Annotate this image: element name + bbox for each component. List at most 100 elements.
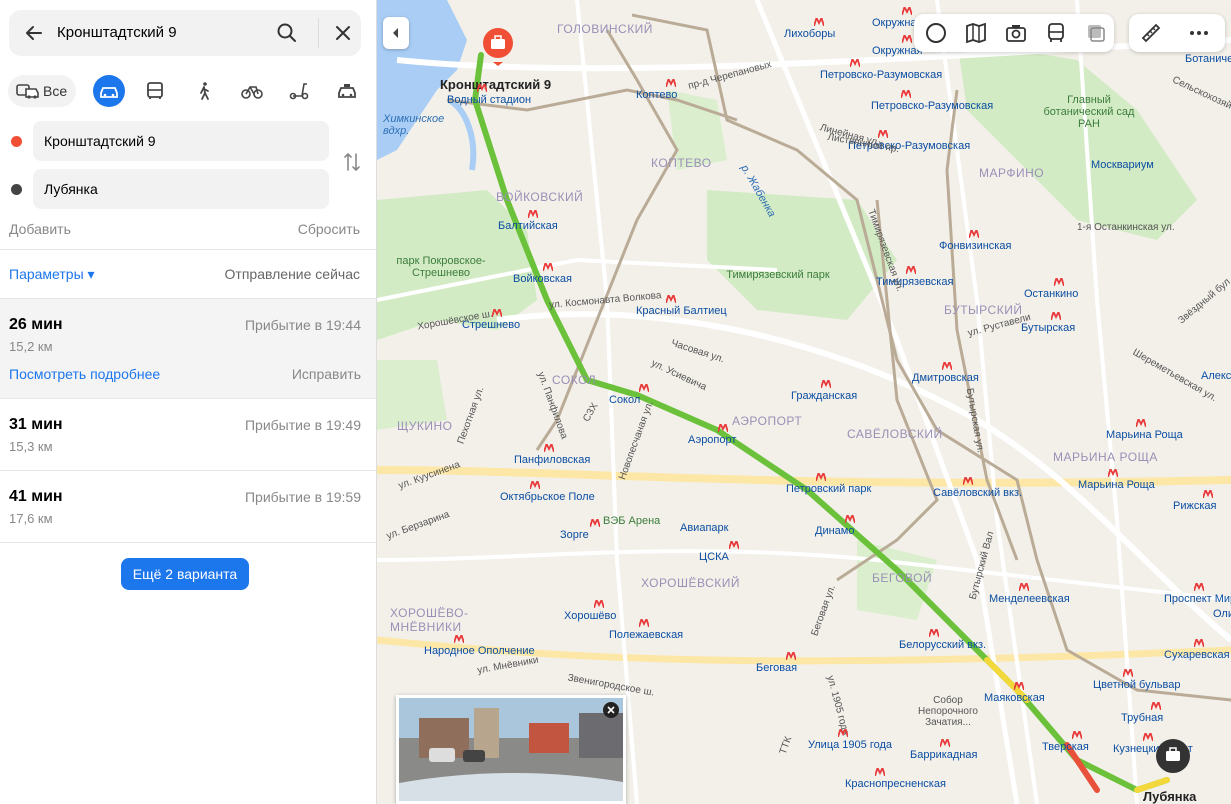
mode-car-button[interactable] bbox=[93, 75, 125, 107]
route-distance: 17,6 км bbox=[9, 511, 53, 526]
edge-label: Олимпи bbox=[1213, 608, 1231, 620]
mode-scooter-button[interactable] bbox=[283, 75, 315, 107]
divider bbox=[0, 249, 376, 250]
more-icon[interactable] bbox=[1187, 21, 1211, 45]
pedestrian-icon bbox=[200, 82, 209, 100]
station-label: Петровско-Разумовская bbox=[871, 100, 994, 112]
from-value[interactable]: Кронштадтский 9 bbox=[44, 133, 156, 149]
station-label: Аэропорт bbox=[688, 434, 737, 446]
edge-label: Алекс bbox=[1201, 370, 1231, 382]
station-label: Сокол bbox=[609, 394, 641, 406]
transit-bus-icon[interactable] bbox=[1044, 21, 1068, 45]
from-field[interactable]: Кронштадтский 9 bbox=[33, 121, 329, 161]
district-label: АЭРОПОРТ bbox=[732, 414, 803, 428]
district-label: ХОРОШЁВО-МНЁВНИКИ bbox=[390, 606, 469, 634]
station-label: Цветной бульвар bbox=[1093, 679, 1181, 691]
camera-icon[interactable] bbox=[1004, 21, 1028, 45]
metro-icon bbox=[718, 424, 728, 432]
station-label: Тимирязевская bbox=[876, 276, 954, 288]
metro-icon bbox=[1203, 490, 1213, 498]
divider bbox=[318, 18, 319, 48]
transport-modes: Все bbox=[8, 74, 368, 108]
more-routes-button[interactable]: Ещё 2 варианта bbox=[121, 558, 249, 590]
park-label: Тимирязевский парк bbox=[726, 269, 830, 281]
swap-points-icon[interactable] bbox=[340, 150, 364, 174]
station-label: Петровско-Разумовская bbox=[820, 69, 943, 81]
station-label: Марьина Роща bbox=[1106, 429, 1183, 441]
district-label: КОПТЕВО bbox=[651, 156, 712, 170]
poi-label: Собор Непорочного Зачатия... bbox=[918, 695, 978, 728]
map-icon[interactable] bbox=[964, 21, 988, 45]
search-query[interactable]: Кронштадтский 9 bbox=[57, 24, 177, 41]
street-photo bbox=[399, 698, 623, 801]
metro-icon bbox=[821, 380, 831, 388]
metro-icon bbox=[1194, 639, 1204, 647]
map-canvas[interactable]: ГОЛОВИНСКИЙ КОПТЕВО ВОЙКОВСКИЙ МАРФИНО Б… bbox=[377, 0, 1231, 804]
close-icon[interactable] bbox=[331, 21, 355, 45]
metro-icon bbox=[1194, 583, 1204, 591]
mode-bike-button[interactable] bbox=[236, 75, 268, 107]
start-pin-icon[interactable] bbox=[481, 28, 515, 66]
divider bbox=[0, 542, 376, 543]
to-field[interactable]: Лубянка bbox=[33, 169, 329, 209]
station-label: Хорошёво bbox=[564, 610, 617, 622]
metro-icon bbox=[901, 90, 911, 98]
station-label: Коптево bbox=[636, 89, 678, 101]
end-dot-icon bbox=[11, 184, 22, 195]
metro-icon bbox=[1143, 733, 1153, 741]
search-box[interactable]: Кронштадтский 9 bbox=[9, 10, 361, 56]
mode-walk-button[interactable] bbox=[188, 75, 220, 107]
parameters-dropdown[interactable]: Параметры ▾ bbox=[9, 266, 95, 283]
station-label: Маяковская bbox=[984, 692, 1045, 704]
metro-icon bbox=[1151, 702, 1161, 710]
route-option-1[interactable]: 26 мин 15,2 км Прибытие в 19:44 Посмотре… bbox=[0, 299, 376, 398]
layers-circle-icon[interactable] bbox=[924, 21, 948, 45]
metro-icon bbox=[969, 230, 979, 238]
bicycle-icon bbox=[241, 86, 263, 99]
taxi-icon bbox=[338, 84, 356, 98]
route-distance: 15,2 км bbox=[9, 339, 53, 354]
district-label: СОКОЛ bbox=[552, 373, 597, 387]
metro-icon bbox=[1014, 682, 1024, 690]
metro-icon bbox=[528, 210, 538, 218]
water-label: Химкинское вдхр. bbox=[383, 113, 445, 137]
district-label: ХОРОШЁВСКИЙ bbox=[641, 576, 741, 590]
to-value[interactable]: Лубянка bbox=[44, 181, 98, 197]
end-pin-icon[interactable] bbox=[1156, 739, 1190, 773]
station-label: Динамо bbox=[815, 525, 855, 537]
station-label: Бутырская bbox=[1021, 322, 1076, 334]
ruler-icon[interactable] bbox=[1139, 21, 1163, 45]
collapse-panel-button[interactable] bbox=[383, 17, 409, 49]
metro-icon bbox=[1136, 419, 1146, 427]
route-duration: 31 мин bbox=[9, 416, 63, 433]
route-option-2[interactable]: 31 мин 15,3 км Прибытие в 19:49 bbox=[0, 399, 376, 470]
station-label: Краснопресненская bbox=[845, 778, 946, 790]
back-arrow-icon[interactable] bbox=[23, 22, 45, 44]
route-fix-link[interactable]: Исправить bbox=[292, 366, 361, 382]
car-bus-icon bbox=[16, 84, 39, 99]
layers-icon[interactable] bbox=[1084, 21, 1108, 45]
station-label: Зорге bbox=[560, 529, 589, 541]
mode-taxi-button[interactable] bbox=[331, 75, 363, 107]
station-label: Марьина Роща bbox=[1078, 479, 1155, 491]
station-label: Дмитровская bbox=[912, 372, 979, 384]
close-icon bbox=[607, 706, 615, 714]
metro-icon bbox=[594, 600, 604, 608]
end-address-label: Лубянка bbox=[1143, 789, 1197, 804]
metro-icon bbox=[1051, 312, 1061, 320]
station-label: Войковская bbox=[513, 273, 573, 285]
reset-link[interactable]: Сбросить bbox=[298, 221, 360, 237]
metro-icon bbox=[666, 295, 676, 303]
route-details-link[interactable]: Посмотреть подробнее bbox=[9, 366, 160, 382]
close-preview-button[interactable] bbox=[603, 702, 619, 718]
mode-all-button[interactable]: Все bbox=[8, 75, 76, 107]
add-point-link[interactable]: Добавить bbox=[9, 221, 71, 237]
route-option-3[interactable]: 41 мин 17,6 км Прибытие в 19:59 bbox=[0, 471, 376, 542]
street-view-preview[interactable] bbox=[396, 695, 626, 804]
departure-time[interactable]: Отправление сейчас bbox=[225, 266, 360, 282]
start-address-label: Кронштадтский 9 bbox=[440, 77, 552, 92]
bus-icon bbox=[147, 82, 163, 99]
search-icon[interactable] bbox=[275, 21, 299, 45]
station-label: Народное Ополчение bbox=[424, 645, 535, 657]
mode-bus-button[interactable] bbox=[139, 75, 171, 107]
